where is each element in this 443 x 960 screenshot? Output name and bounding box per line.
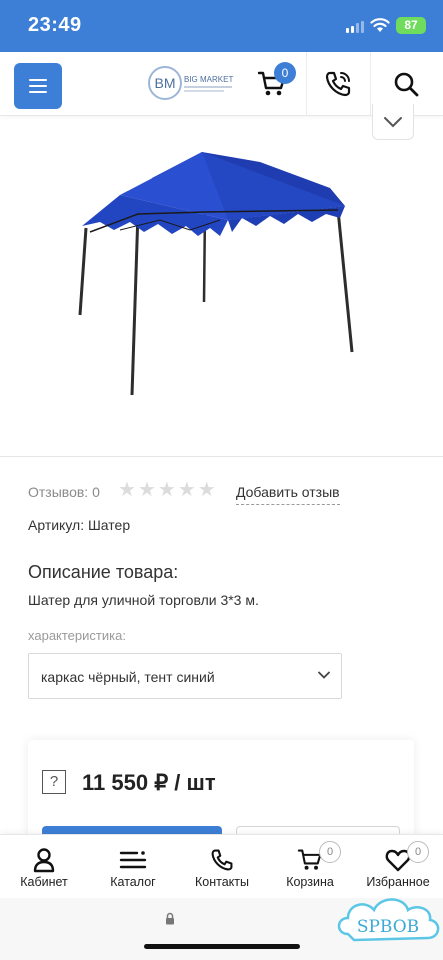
star-icon: ★ xyxy=(197,479,216,501)
phone-icon xyxy=(211,849,233,871)
star-icon: ★ xyxy=(157,479,176,501)
wifi-icon xyxy=(370,18,390,32)
product-price: 11 550 ₽ / шт xyxy=(82,770,216,795)
lock-icon xyxy=(166,912,174,925)
logo-tagline-line xyxy=(184,86,232,88)
header-divider xyxy=(370,52,371,116)
star-icon: ★ xyxy=(118,479,136,501)
star-icon: ★ xyxy=(177,479,196,501)
favorites-count-badge: 0 xyxy=(407,841,429,863)
cart-count-badge: 0 xyxy=(274,62,296,84)
user-icon xyxy=(33,848,55,873)
status-time: 23:49 xyxy=(28,14,82,36)
logo-name: BIG MARKET xyxy=(184,75,234,84)
nav-label: Каталог xyxy=(110,875,156,889)
nav-item-cabinet[interactable]: Кабинет xyxy=(8,835,80,899)
star-icon: ★ xyxy=(137,479,156,501)
logo-initials: BM xyxy=(148,66,182,100)
search-icon xyxy=(394,72,419,97)
product-image[interactable] xyxy=(60,140,380,410)
nav-item-catalog[interactable]: Каталог xyxy=(96,835,170,899)
call-button[interactable] xyxy=(322,68,354,100)
chevron-down-icon xyxy=(384,116,402,127)
chevron-down-icon xyxy=(318,671,330,679)
help-icon[interactable]: ? xyxy=(42,770,66,794)
add-review-link[interactable]: Добавить отзыв xyxy=(236,484,340,505)
logo[interactable]: BM BIG MARKET xyxy=(148,66,234,102)
product-sku: Артикул: Шатер xyxy=(28,517,131,533)
price-card: ? 11 550 ₽ / шт xyxy=(28,740,414,840)
description-title: Описание товара: xyxy=(28,562,179,582)
characteristic-value: каркас чёрный, тент синий xyxy=(41,669,215,685)
logo-tagline-line xyxy=(184,90,224,92)
cart-count-badge: 0 xyxy=(319,841,341,863)
cellular-signal-icon xyxy=(346,21,364,33)
characteristic-select[interactable]: каркас чёрный, тент синий xyxy=(28,653,342,699)
battery-icon: 87 xyxy=(396,17,426,34)
search-button[interactable] xyxy=(390,68,422,100)
watermark-text: SPBOB xyxy=(357,917,419,937)
watermark-logo: SPBOB xyxy=(337,898,440,942)
header-divider xyxy=(306,52,307,116)
hamburger-menu-button[interactable] xyxy=(14,63,62,109)
home-indicator[interactable] xyxy=(144,944,300,949)
description-text: Шатер для уличной торговли 3*3 м. xyxy=(28,592,259,608)
characteristic-label: характеристика: xyxy=(28,628,126,643)
collapse-toggle-button[interactable] xyxy=(372,104,414,140)
nav-label: Кабинет xyxy=(20,875,68,889)
reviews-count: Отзывов: 0 xyxy=(28,484,100,500)
section-divider xyxy=(0,456,443,457)
nav-item-contacts[interactable]: Контакты xyxy=(186,835,258,899)
menu-icon xyxy=(119,851,147,869)
nav-label: Контакты xyxy=(195,875,249,889)
nav-label: Корзина xyxy=(286,875,334,889)
status-bar: 23:49 87 xyxy=(0,0,443,52)
rating-stars: ★ ★ ★ ★ ★ xyxy=(118,480,216,500)
bottom-navigation: Кабинет Каталог Контакты 0 Корзина 0 Изб… xyxy=(0,834,443,898)
nav-label: Избранное xyxy=(366,875,430,889)
phone-icon xyxy=(325,71,351,97)
